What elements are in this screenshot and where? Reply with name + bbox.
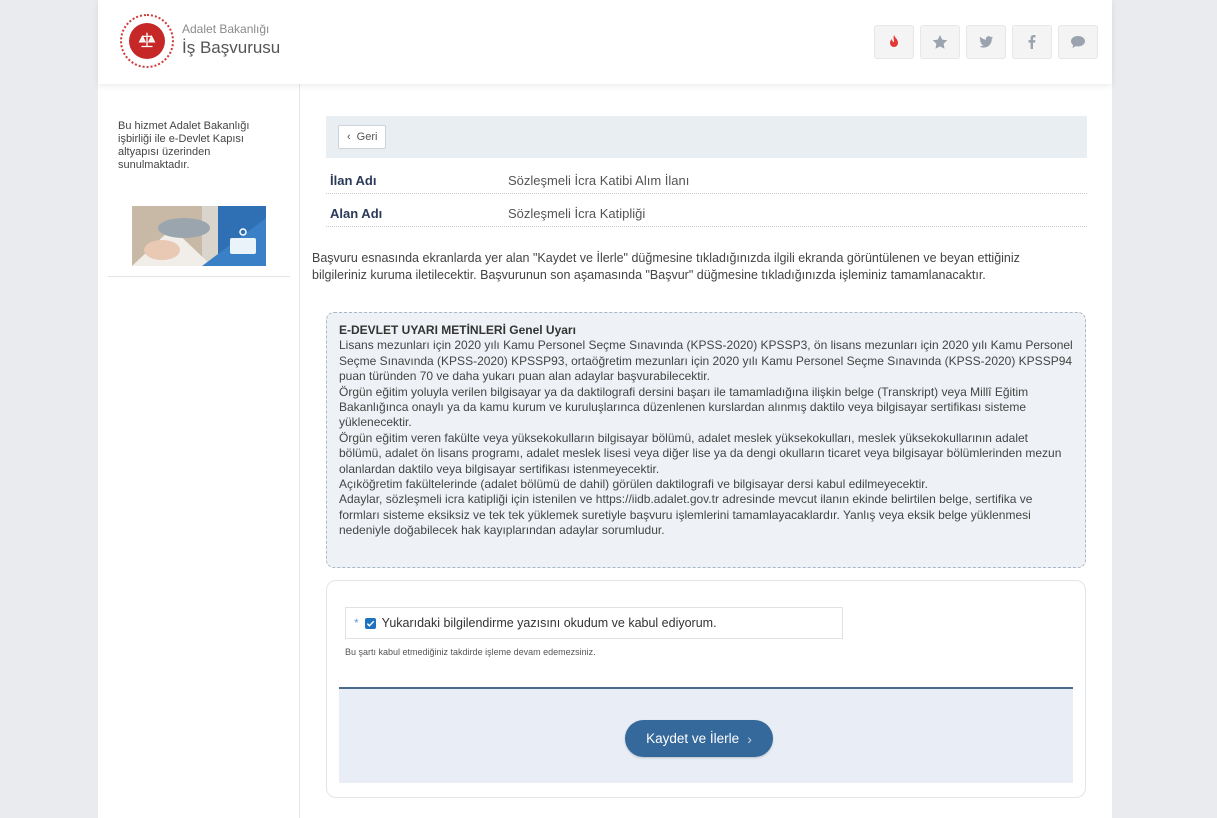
sidebar-banner-image[interactable]: [132, 206, 266, 266]
header-actions: [874, 25, 1098, 59]
agree-checkbox[interactable]: [364, 617, 376, 629]
info-key: Alan Adı: [330, 206, 383, 221]
agree-note: Bu şartı kabul etmediğiniz takdirde işle…: [345, 647, 596, 657]
ministry-logo[interactable]: [120, 14, 174, 68]
org-name: Adalet Bakanlığı: [182, 22, 270, 36]
twitter-share-button[interactable]: [966, 25, 1006, 59]
chevron-left-icon: ‹: [347, 131, 351, 143]
agree-field[interactable]: * Yukarıdaki bilgilendirme yazısını okud…: [345, 607, 843, 639]
agree-label[interactable]: Yukarıdaki bilgilendirme yazısını okudum…: [382, 616, 717, 630]
fire-icon: [890, 35, 898, 47]
info-row-ilan: İlan Adı Sözleşmeli İcra Katibi Alım İla…: [326, 168, 1087, 194]
back-button-label: Geri: [356, 131, 378, 143]
facebook-share-button[interactable]: [1012, 25, 1052, 59]
warning-line: Örgün eğitim yoluyla verilen bilgisayar …: [339, 384, 1029, 430]
check-icon: [366, 620, 374, 627]
sidebar-divider: [108, 276, 290, 277]
submit-label: Kaydet ve İlerle: [646, 731, 740, 746]
sidebar: Bu hizmet Adalet Bakanlığı işbirliği ile…: [98, 84, 300, 818]
header: Adalet Bakanlığı İş Başvurusu: [98, 0, 1112, 84]
info-key: İlan Adı: [330, 173, 377, 188]
favorite-button[interactable]: [920, 25, 960, 59]
warning-line: Örgün eğitim veren fakülte veya yüksekok…: [339, 430, 1062, 476]
service-provider-note: Bu hizmet Adalet Bakanlığı işbirliği ile…: [118, 120, 250, 171]
warning-line: Açıköğretim fakültelerinde (adalet bölüm…: [339, 477, 928, 492]
warning-box: E-DEVLET UYARI METİNLERİ Genel Uyarı Lis…: [326, 312, 1086, 568]
required-mark: *: [354, 616, 359, 630]
chevron-right-icon: ›: [747, 730, 752, 747]
agreement-form: * Yukarıdaki bilgilendirme yazısını okud…: [326, 580, 1086, 798]
intro-text: Başvuru esnasında ekranlarda yer alan "K…: [312, 251, 1020, 282]
info-value: Sözleşmeli İcra Katipliği: [508, 206, 646, 221]
page: Adalet Bakanlığı İş Başvurusu Bu hizmet …: [98, 0, 1112, 818]
facebook-icon: [1028, 35, 1036, 49]
service-name[interactable]: İş Başvurusu: [182, 38, 280, 58]
star-icon: [932, 35, 948, 49]
info-row-alan: Alan Adı Sözleşmeli İcra Katipliği: [326, 201, 1087, 227]
warning-line: Adaylar, sözleşmeli icra katipliği için …: [339, 492, 1033, 538]
back-bar: ‹ Geri: [326, 116, 1087, 158]
back-button[interactable]: ‹ Geri: [338, 125, 387, 149]
feedback-button[interactable]: [1058, 25, 1098, 59]
twitter-icon: [979, 36, 993, 48]
popular-button[interactable]: [874, 25, 914, 59]
chat-icon: [1071, 36, 1085, 48]
info-value: Sözleşmeli İcra Katibi Alım İlanı: [508, 173, 690, 188]
warning-title: E-DEVLET UYARI METİNLERİ Genel Uyarı: [339, 323, 576, 337]
scales-of-justice-icon: [129, 23, 165, 59]
warning-line: Lisans mezunları için 2020 yılı Kamu Per…: [339, 338, 1073, 384]
save-and-continue-button[interactable]: Kaydet ve İlerle ›: [625, 720, 773, 757]
submit-area: Kaydet ve İlerle ›: [339, 687, 1073, 783]
